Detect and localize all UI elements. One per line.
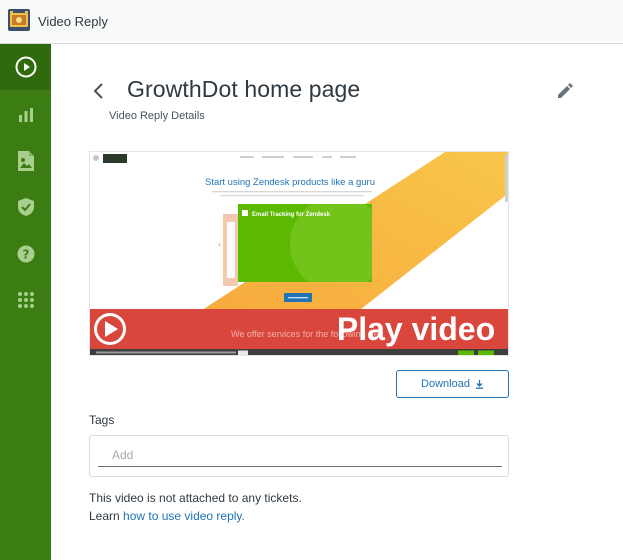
top-bar: Video Reply xyxy=(0,0,623,44)
sidebar-item-apps[interactable] xyxy=(0,277,51,323)
svg-text:‹: ‹ xyxy=(218,241,221,249)
main-content: GrowthDot home page Video Reply Details xyxy=(51,44,623,560)
pencil-icon xyxy=(558,83,573,98)
edit-button[interactable] xyxy=(555,81,577,103)
page-title: GrowthDot home page xyxy=(127,76,361,102)
image-file-icon xyxy=(17,151,34,171)
sidebar-item-help[interactable]: ? xyxy=(0,231,51,277)
play-video-label: Play video xyxy=(337,311,495,347)
app-title: Video Reply xyxy=(38,14,108,29)
sidebar-item-stats[interactable] xyxy=(0,92,51,138)
download-label: Download xyxy=(421,378,470,390)
video-reply-logo-icon xyxy=(8,9,30,31)
chevron-left-icon xyxy=(93,83,103,99)
help-circle-icon: ? xyxy=(17,245,34,263)
svg-text:›: › xyxy=(370,241,373,249)
sidebar-item-image[interactable] xyxy=(0,138,51,184)
tags-input[interactable] xyxy=(98,443,502,467)
how-to-use-link[interactable]: how to use video reply. xyxy=(123,509,245,523)
learn-text: Learn how to use video reply. xyxy=(89,508,245,525)
website-heading: Start using Zendesk products like a guru xyxy=(205,177,375,188)
card-title: Email Tracking for Zendesk xyxy=(252,212,331,218)
shield-check-icon xyxy=(17,198,34,216)
not-attached-note: This video is not attached to any ticket… xyxy=(89,491,302,505)
video-thumbnail[interactable]: Start using Zendesk products like a guru… xyxy=(89,151,509,356)
grid-dots-icon xyxy=(17,292,34,308)
svg-text:?: ? xyxy=(22,248,29,262)
video-preview-image: Start using Zendesk products like a guru… xyxy=(90,152,508,355)
play-circle-icon xyxy=(15,56,36,78)
tags-box xyxy=(89,435,509,477)
download-button[interactable]: Download xyxy=(396,370,509,398)
sidebar-item-security[interactable] xyxy=(0,184,51,230)
sidebar: ? xyxy=(0,44,51,560)
sidebar-item-videos[interactable] xyxy=(0,44,51,90)
back-button[interactable] xyxy=(89,79,107,103)
page-subtitle: Video Reply Details xyxy=(109,110,205,122)
bar-chart-icon xyxy=(18,108,33,122)
download-arrow-icon xyxy=(475,380,483,389)
learn-prefix: Learn xyxy=(89,509,124,523)
tags-label: Tags xyxy=(89,413,115,427)
